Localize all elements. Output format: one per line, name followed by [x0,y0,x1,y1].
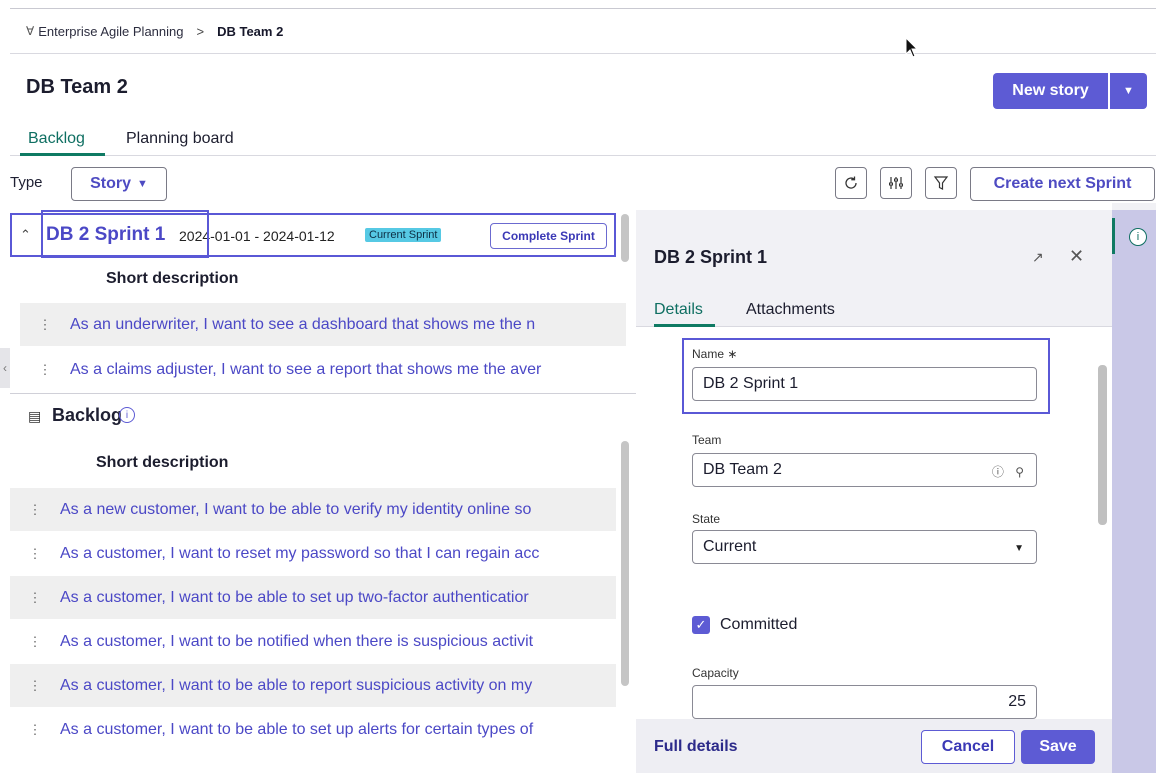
full-details-link[interactable]: Full details [654,738,738,756]
tab-backlog[interactable]: Backlog [28,130,85,148]
capacity-label: Capacity [692,666,739,680]
tab-details[interactable]: Details [654,301,703,319]
backlog-list-area: ⌃ DB 2 Sprint 1 2024-01-01 - 2024-01-12 … [10,210,636,773]
committed-checkbox[interactable]: ✓ [692,616,710,634]
rail-active-indicator [1112,218,1115,254]
active-tab-indicator [20,153,105,156]
backlog-story-row[interactable]: ⋮ As a customer, I want to reset my pass… [10,532,616,575]
panel-title: DB 2 Sprint 1 [654,247,768,267]
create-next-sprint-button[interactable]: Create next Sprint [970,167,1155,201]
sprint-column-header[interactable]: Short description [106,270,238,288]
drag-handle-icon[interactable]: ⋮ [10,722,60,738]
story-link[interactable]: As a new customer, I want to be able to … [60,501,531,519]
drag-handle-icon[interactable]: ⋮ [10,546,60,562]
drag-handle-icon[interactable]: ⋮ [10,678,60,694]
required-icon: ∗ [727,347,738,361]
side-rail: i [1112,210,1156,773]
sprint-detail-panel: DB 2 Sprint 1 ↗ ✕ Details Attachments Na… [636,210,1112,773]
state-label: State [692,512,721,526]
type-value: Story [90,175,131,192]
caret-down-icon: ▼ [1014,543,1024,554]
drag-handle-icon[interactable]: ⋮ [10,634,60,650]
chevron-up-icon[interactable]: ⌃ [20,227,31,243]
backlog-story-row[interactable]: ⋮ As a customer, I want to be able to se… [10,708,616,751]
info-icon[interactable]: i [119,407,135,423]
breadcrumb-current: DB Team 2 [217,23,284,39]
state-select[interactable]: Current ▼ [692,530,1037,564]
story-link[interactable]: As an underwriter, I want to see a dashb… [70,316,535,334]
list-icon: ▤ [28,408,42,424]
caret-down-icon: ▼ [1123,85,1134,97]
backlog-title: Backlog [52,405,123,425]
type-label: Type [10,174,43,191]
filter-icon [933,176,949,190]
backlog-column-header[interactable]: Short description [96,454,228,472]
story-link[interactable]: As a customer, I want to be able to set … [60,589,529,607]
caret-down-icon: ▼ [137,178,148,190]
rail-top [1112,203,1156,210]
sprint-story-row[interactable]: ⋮ As an underwriter, I want to see a das… [20,303,626,346]
backlog-scrollbar[interactable] [621,441,629,686]
drag-handle-icon[interactable]: ⋮ [20,362,70,378]
panel-scrollbar[interactable] [1098,365,1107,525]
backlog-story-row[interactable]: ⋮ As a customer, I want to be able to se… [10,576,616,619]
breadcrumb: ∀ Enterprise Agile Planning > DB Team 2 [10,8,1156,54]
save-button[interactable]: Save [1021,730,1095,764]
column-settings-button[interactable] [880,167,912,199]
new-story-split-button: New story ▼ [993,73,1147,109]
team-input[interactable]: DB Team 2 ⓘ ⚲ [692,453,1037,487]
breadcrumb-parent[interactable]: Enterprise Agile Planning [38,24,183,39]
name-input[interactable]: DB 2 Sprint 1 [692,367,1037,401]
chevron-left-icon: ‹ [3,361,7,375]
refresh-button[interactable] [835,167,867,199]
panel-footer: Full details Cancel Save [636,719,1112,773]
drag-handle-icon[interactable]: ⋮ [10,502,60,518]
tab-planning-board[interactable]: Planning board [126,130,234,148]
complete-sprint-button[interactable]: Complete Sprint [490,223,607,249]
name-label: Name ∗ [692,347,738,361]
team-label: Team [692,433,722,447]
mouse-cursor-icon [905,37,919,58]
filter-button[interactable] [925,167,957,199]
open-in-new-icon[interactable]: ↗ [1032,249,1044,266]
sprint-name-highlight [41,210,209,258]
story-link[interactable]: As a customer, I want to be able to set … [60,721,533,739]
story-link[interactable]: As a customer, I want to be able to repo… [60,677,532,695]
search-icon[interactable]: ⚲ [1015,465,1024,479]
sprint-story-row[interactable]: ⋮ As a claims adjuster, I want to see a … [20,348,626,391]
refresh-icon [845,176,857,189]
story-link[interactable]: As a customer, I want to be notified whe… [60,633,533,651]
state-value: Current [703,538,757,555]
breadcrumb-separator: > [196,23,205,39]
story-link[interactable]: As a claims adjuster, I want to see a re… [70,361,541,379]
page-title: DB Team 2 [26,76,128,98]
backlog-story-row[interactable]: ⋮ As a customer, I want to be notified w… [10,620,616,663]
collapse-handle[interactable]: ‹ [0,348,10,388]
backlog-story-row[interactable]: ⋮ As a customer, I want to be able to re… [10,664,616,707]
field-icons: ⓘ ⚲ [992,463,1024,480]
capacity-input[interactable]: 25 [692,685,1037,719]
close-icon[interactable]: ✕ [1069,246,1084,267]
settings-sliders-icon [889,177,903,189]
info-icon[interactable]: i [1129,228,1147,246]
type-dropdown[interactable]: Story ▼ [71,167,167,201]
new-story-menu-button[interactable]: ▼ [1110,73,1147,109]
backlog-story-row[interactable]: ⋮ As a new customer, I want to be able t… [10,488,616,531]
view-tabs: Backlog Planning board [10,126,1156,156]
drag-handle-icon[interactable]: ⋮ [20,317,70,333]
cancel-button[interactable]: Cancel [921,730,1015,764]
sprint-scrollbar[interactable] [621,214,629,262]
hierarchy-icon: ∀ [26,24,35,38]
toolbar: Type Story ▼ Create next Sprint [10,163,1156,203]
current-sprint-badge: Current Sprint [365,228,442,242]
tab-attachments[interactable]: Attachments [746,301,835,319]
new-story-button[interactable]: New story [993,73,1108,109]
info-icon[interactable]: ⓘ [992,465,1004,479]
story-link[interactable]: As a customer, I want to reset my passwo… [60,545,539,563]
backlog-header: ▤ Backlog i [10,393,636,439]
committed-label: Committed [720,616,798,633]
checkmark-icon: ✓ [695,617,707,632]
drag-handle-icon[interactable]: ⋮ [10,590,60,606]
team-value: DB Team 2 [703,461,782,478]
